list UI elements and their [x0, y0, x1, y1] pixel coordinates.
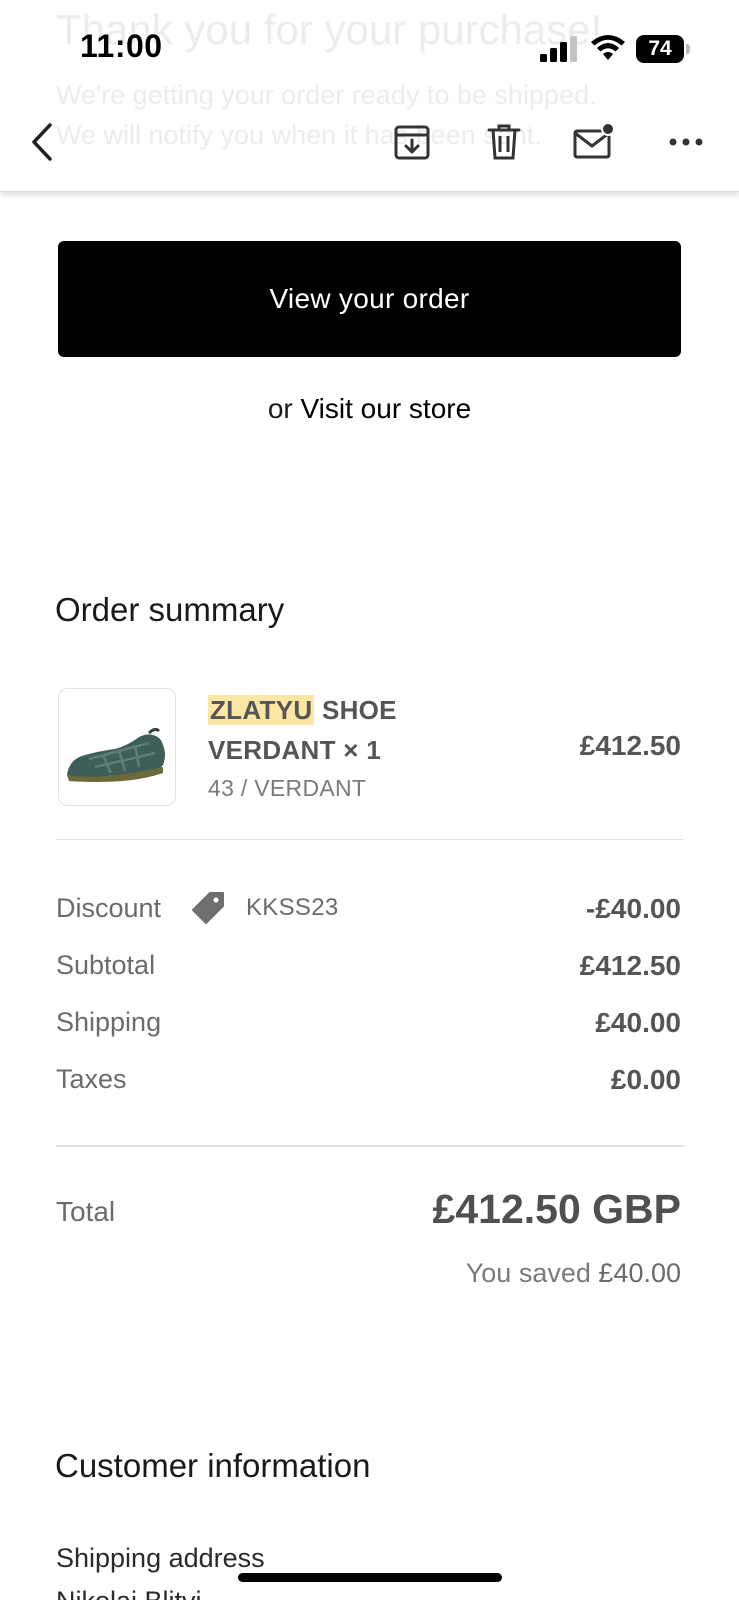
trash-icon [487, 124, 521, 160]
product-price: £412.50 [579, 730, 681, 761]
savings-row: You saved £40.00 [466, 1258, 681, 1289]
discount-tag-icon [192, 892, 224, 924]
saved-label: You saved [465, 1258, 591, 1288]
shoe-image [67, 727, 165, 782]
product-name-rest: SHOE [314, 695, 397, 725]
totals-divider [56, 1145, 684, 1147]
visit-store-row: or Visit our store [0, 393, 739, 425]
delete-button[interactable] [480, 118, 528, 166]
shipping-address-label: Shipping address [56, 1543, 265, 1573]
discount-label: Discount [56, 893, 162, 923]
total-label: Total [56, 1196, 116, 1227]
total-value: £412.50 GBP [432, 1186, 681, 1232]
mail-toolbar [0, 100, 739, 192]
view-order-button[interactable]: View your order [58, 241, 681, 357]
taxes-label: Taxes [56, 1064, 127, 1094]
visit-store-link[interactable]: Visit our store [301, 393, 472, 424]
discount-code: KKSS23 [246, 894, 339, 921]
shipping-label: Shipping [56, 1007, 162, 1037]
shipping-name-partial: Nikolai Blitvi... [56, 1586, 224, 1600]
battery-level: 74 [636, 35, 684, 63]
discount-value: -£40.00 [586, 893, 681, 924]
mark-unread-button[interactable] [570, 118, 618, 166]
back-button[interactable] [18, 118, 66, 166]
battery-icon: 74 [636, 35, 690, 63]
status-time: 11:00 [80, 28, 163, 64]
order-summary-title: Order summary [55, 591, 285, 628]
saved-value: £40.00 [598, 1258, 681, 1288]
product-variant: 43 / VERDANT [208, 775, 367, 801]
taxes-value: £0.00 [610, 1064, 681, 1095]
subtotal-label: Subtotal [56, 950, 156, 980]
item-divider [56, 839, 684, 840]
back-icon [32, 123, 52, 161]
archive-button[interactable] [388, 118, 436, 166]
status-bar: 11:00 74 [0, 0, 739, 100]
subtotal-value: £412.50 [579, 950, 681, 981]
customer-information-title: Customer information [55, 1447, 371, 1484]
product-name[interactable]: ZLATYU SHOE VERDANT × 1 [208, 690, 508, 770]
or-text: or [267, 393, 293, 424]
mail-unread-icon [573, 122, 615, 159]
shipping-value: £40.00 [595, 1007, 681, 1038]
product-brand: ZLATYU [208, 695, 315, 725]
product-thumbnail[interactable] [58, 688, 176, 806]
more-options-button[interactable] [662, 118, 710, 166]
product-name-line2: VERDANT × 1 [208, 735, 382, 765]
more-icon [669, 138, 703, 146]
wifi-icon [591, 35, 625, 60]
home-indicator[interactable] [238, 1573, 502, 1582]
cellular-signal-icon [540, 36, 577, 62]
archive-icon [394, 125, 430, 160]
